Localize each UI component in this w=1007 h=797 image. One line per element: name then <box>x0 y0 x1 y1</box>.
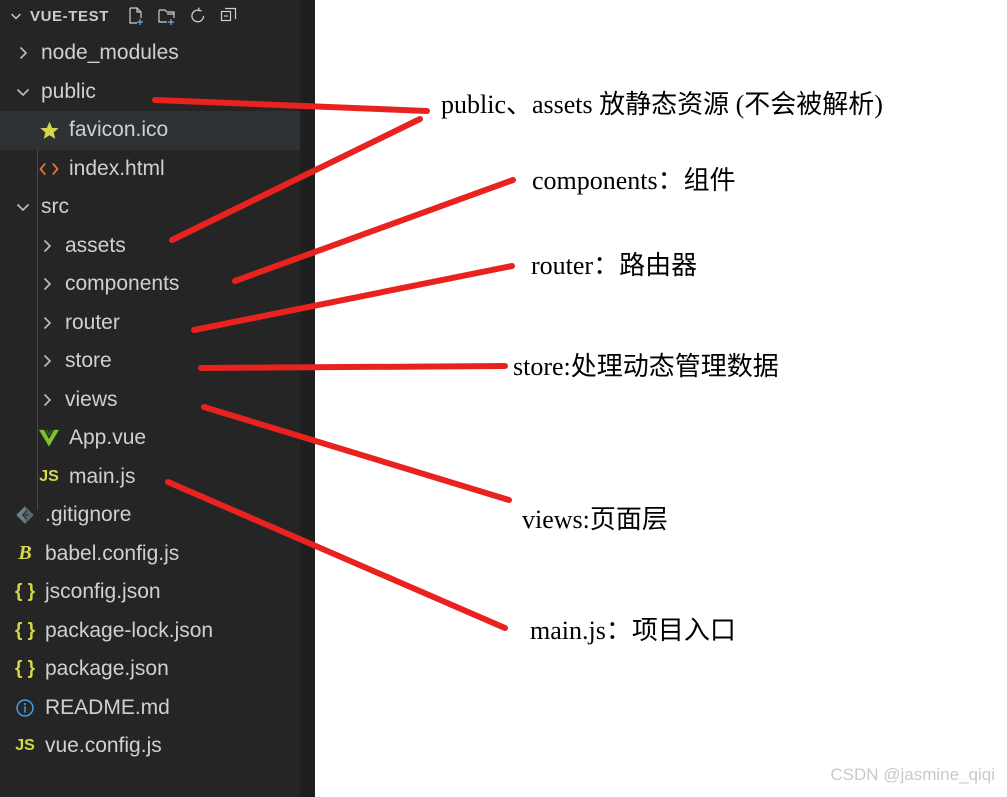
info-icon <box>12 697 38 719</box>
tree-file-vue-config-js[interactable]: JS vue.config.js <box>0 727 300 766</box>
tree-folder-node-modules[interactable]: node_modules <box>0 34 300 73</box>
js-icon: JS <box>39 467 59 485</box>
new-folder-icon[interactable] <box>156 5 178 27</box>
annotation-text: components：组件 <box>532 166 736 195</box>
tree-item-label: .gitignore <box>45 503 132 527</box>
tree-item-label: package-lock.json <box>45 618 214 642</box>
tree-item-label: store <box>65 349 112 373</box>
tree-file-favicon-ico[interactable]: favicon.ico <box>0 111 300 150</box>
tree-item-label: main.js <box>69 464 136 488</box>
tree-folder-views[interactable]: views <box>0 381 300 420</box>
tree-item-label: src <box>41 195 69 219</box>
file-explorer-sidebar: VUE-TEST node_modules public favicon.ico… <box>0 0 300 797</box>
tree-file-main-js[interactable]: JS main.js <box>0 458 300 497</box>
tree-file-app-vue[interactable]: App.vue <box>0 419 300 458</box>
refresh-icon[interactable] <box>187 5 209 27</box>
tree-item-label: public <box>41 79 96 103</box>
explorer-header: VUE-TEST <box>0 0 300 32</box>
tree-file-babel-config-js[interactable]: Bbabel.config.js <box>0 535 300 574</box>
tree-file-jsconfig-json[interactable]: { } jsconfig.json <box>0 573 300 612</box>
chevron-down-icon[interactable] <box>12 81 34 103</box>
chevron-down-icon[interactable] <box>12 196 34 218</box>
tree-item-label: babel.config.js <box>45 541 180 565</box>
tree-folder-router[interactable]: router <box>0 304 300 343</box>
csdn-watermark: CSDN @jasmine_qiqi <box>830 765 995 784</box>
js-icon: JS <box>15 737 35 755</box>
tree-file-index-html[interactable]: index.html <box>0 150 300 189</box>
screenshot-root: VUE-TEST node_modules public favicon.ico… <box>0 0 1007 797</box>
chevron-right-icon[interactable] <box>12 42 34 64</box>
vue-icon <box>36 427 62 449</box>
tree-folder-store[interactable]: store <box>0 342 300 381</box>
sidebar-edge-strip <box>300 0 315 797</box>
tree-item-label: components <box>65 272 180 296</box>
tree-item-label: favicon.ico <box>69 118 169 142</box>
git-icon <box>12 504 38 526</box>
tree-item-label: App.vue <box>69 426 147 450</box>
html-icon <box>36 158 62 180</box>
babel-icon: B <box>18 542 32 565</box>
chevron-down-icon[interactable] <box>8 8 24 24</box>
tree-folder-assets[interactable]: assets <box>0 227 300 266</box>
tree-item-label: jsconfig.json <box>45 580 161 604</box>
chevron-right-icon[interactable] <box>36 350 58 372</box>
explorer-actions <box>125 5 240 27</box>
chevron-right-icon[interactable] <box>36 312 58 334</box>
annotation-text: router：路由器 <box>531 251 698 280</box>
tree-file-gitignore[interactable]: .gitignore <box>0 496 300 535</box>
tree-file-package-json[interactable]: { } package.json <box>0 650 300 689</box>
json-icon: { } <box>14 619 36 641</box>
annotation-text: views:页面层 <box>522 505 668 534</box>
tree-item-label: package.json <box>45 657 169 681</box>
tree-item-label: views <box>65 387 118 411</box>
tree-folder-src[interactable]: src <box>0 188 300 227</box>
tree-item-label: node_modules <box>41 41 179 65</box>
chevron-right-icon[interactable] <box>36 235 58 257</box>
tree-folder-components[interactable]: components <box>0 265 300 304</box>
new-file-icon[interactable] <box>125 5 147 27</box>
collapse-all-icon[interactable] <box>218 5 240 27</box>
tree-file-package-lock-json[interactable]: { } package-lock.json <box>0 612 300 651</box>
tree-folder-public[interactable]: public <box>0 73 300 112</box>
explorer-title: VUE-TEST <box>30 7 109 25</box>
tree-item-label: router <box>65 310 120 334</box>
tree-file-readme-md[interactable]: README.md <box>0 689 300 728</box>
star-icon <box>36 119 62 141</box>
tree-item-label: README.md <box>45 695 170 719</box>
json-icon: { } <box>14 581 36 603</box>
tree-item-label: index.html <box>69 156 165 180</box>
annotation-text: main.js：项目入口 <box>530 616 736 645</box>
tree-item-label: assets <box>65 233 126 257</box>
chevron-right-icon[interactable] <box>36 389 58 411</box>
annotation-text: store:处理动态管理数据 <box>513 352 779 381</box>
chevron-right-icon[interactable] <box>36 273 58 295</box>
json-icon: { } <box>14 658 36 680</box>
file-tree: node_modules public favicon.ico index.html s… <box>0 34 300 766</box>
tree-item-label: vue.config.js <box>45 734 162 758</box>
annotation-text: public、assets 放静态资源 (不会被解析) <box>441 90 883 119</box>
